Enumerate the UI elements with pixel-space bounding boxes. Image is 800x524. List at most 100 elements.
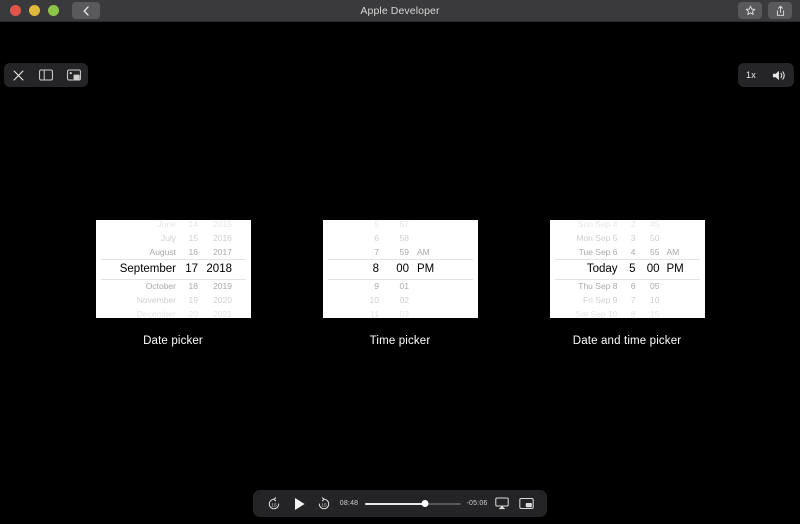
picker-row-selected[interactable]: Today 5 00 PM (550, 259, 705, 279)
picker-cell-month: November (136, 295, 176, 305)
close-icon (12, 69, 25, 82)
picker-row[interactable]: October 18 2019 (96, 279, 251, 293)
close-video-button[interactable] (4, 63, 32, 87)
picker-cell-year: 2015 (213, 220, 232, 229)
picker-row[interactable]: Mon Sep 5 3 50 (550, 231, 705, 245)
picker-cell-day: Sun Sep 4 (577, 220, 618, 229)
picture-in-picture-icon (518, 497, 534, 510)
picker-row[interactable]: Tue Sep 6 4 55 AM (550, 245, 705, 259)
picker-cell-minute: 45 (650, 220, 660, 229)
sidebar-toggle-button[interactable] (32, 63, 60, 87)
overlay-left-controls (4, 63, 88, 87)
back-button[interactable] (72, 2, 100, 19)
picker-cell-year: 2019 (213, 281, 232, 291)
date-time-picker[interactable]: Sun Sep 4 2 45 Mon Sep 5 3 50 Tue Sep 6 … (549, 220, 705, 318)
minimize-window-button[interactable] (29, 5, 40, 16)
picker-cell-meridiem: PM (417, 263, 435, 275)
picker-cell-meridiem: AM (417, 247, 430, 257)
date-time-picker-rows: Sun Sep 4 2 45 Mon Sep 5 3 50 Tue Sep 6 … (550, 220, 705, 318)
titlebar-actions (738, 2, 792, 19)
maximize-window-button[interactable] (48, 5, 59, 16)
picker-cell-minute: 02 (399, 295, 409, 305)
picker-cell-year: 2021 (213, 309, 232, 318)
picker-row[interactable]: August 16 2017 (96, 245, 251, 259)
picker-cell-hour: 7 (630, 295, 636, 305)
scrubber[interactable] (365, 494, 461, 514)
picker-row[interactable]: November 19 2020 (96, 293, 251, 307)
picker-cell-day: 16 (188, 247, 198, 257)
picker-cell-minute: 57 (399, 220, 409, 229)
picker-cell-day: Thu Sep 8 (578, 281, 618, 291)
picker-row[interactable]: 6 58 (323, 231, 478, 245)
share-button[interactable] (768, 2, 792, 19)
picker-cell-hour: 5 (629, 263, 636, 275)
picker-row-selected[interactable]: September 17 2018 (96, 259, 251, 279)
chevron-left-icon (82, 5, 90, 16)
picker-cell-minute: 15 (650, 309, 660, 318)
picker-cell-meridiem: AM (666, 247, 680, 257)
picker-cell-year: 2020 (213, 295, 232, 305)
picker-cell-day: 14 (188, 220, 198, 229)
favorite-button[interactable] (738, 2, 762, 19)
date-picker[interactable]: June 14 2015 July 15 2016 August 16 2017… (95, 220, 251, 318)
picker-cell-day: Fri Sep 9 (583, 295, 618, 305)
picker-cell-day: Tue Sep 6 (578, 247, 618, 257)
play-button[interactable] (286, 492, 312, 516)
picker-row-selected[interactable]: 8 00 PM (323, 259, 478, 279)
airplay-button[interactable] (490, 492, 514, 516)
picker-cell-hour: 2 (630, 220, 636, 229)
volume-button[interactable] (764, 63, 794, 87)
picker-cell-year: 2016 (213, 233, 232, 243)
picker-cell-hour: 4 (630, 247, 636, 257)
play-icon (293, 497, 306, 511)
picker-cell-minute: 10 (650, 295, 660, 305)
picker-cell-minute: 00 (646, 263, 660, 275)
titlebar: Apple Developer (0, 0, 800, 22)
thumbnails-button[interactable] (60, 63, 88, 87)
picker-row[interactable]: July 15 2016 (96, 231, 251, 245)
airplay-icon (495, 497, 509, 510)
picker-row[interactable]: 7 59 AM (323, 245, 478, 259)
picture-in-picture-button[interactable] (514, 492, 538, 516)
volume-icon (772, 69, 787, 82)
picker-row[interactable]: 10 02 (323, 293, 478, 307)
playback-rate-button[interactable]: 1x (738, 63, 764, 87)
date-picker-block: June 14 2015 July 15 2016 August 16 2017… (95, 220, 251, 347)
picker-row[interactable]: 5 57 (323, 220, 478, 231)
picker-cell-day: 15 (188, 233, 198, 243)
selection-band-bottom (100, 279, 246, 280)
time-picker[interactable]: 5 57 6 58 7 59 AM 8 00 PM 9 01 10 02 11 … (322, 220, 478, 318)
picker-cell-hour: 9 (374, 281, 379, 291)
picker-row[interactable]: Thu Sep 8 6 05 (550, 279, 705, 293)
picker-cell-minute: 05 (650, 281, 660, 291)
thumbnails-icon (67, 69, 81, 81)
scrubber-progress (365, 502, 426, 505)
picker-cell-hour: 8 (372, 263, 379, 275)
date-picker-rows: June 14 2015 July 15 2016 August 16 2017… (96, 220, 251, 318)
picker-cell-minute: 58 (399, 233, 409, 243)
close-window-button[interactable] (10, 5, 21, 16)
picker-row[interactable]: Sun Sep 4 2 45 (550, 220, 705, 231)
picker-row[interactable]: Sat Sep 10 8 15 (550, 307, 705, 318)
picker-row[interactable]: June 14 2015 (96, 220, 251, 231)
video-stage[interactable]: 1x June 14 2015 July 15 2016 August 16 2… (0, 22, 800, 524)
picker-cell-minute: 55 (650, 247, 660, 257)
picker-row[interactable]: 11 03 (323, 307, 478, 318)
skip-back-button[interactable]: 15 (262, 492, 286, 516)
picker-row[interactable]: December 20 2021 (96, 307, 251, 318)
selection-band-top (100, 259, 246, 260)
picker-cell-minute: 03 (399, 309, 409, 318)
scrubber-handle[interactable] (421, 500, 429, 507)
picker-cell-day: 20 (188, 309, 198, 318)
time-picker-block: 5 57 6 58 7 59 AM 8 00 PM 9 01 10 02 11 … (322, 220, 478, 347)
skip-forward-button[interactable]: 15 (312, 492, 336, 516)
picker-row[interactable]: 9 01 (323, 279, 478, 293)
picker-cell-hour: 11 (370, 309, 379, 318)
picker-row[interactable]: Fri Sep 9 7 10 (550, 293, 705, 307)
app-window: Apple Developer 1x June 14 2015 July 15 … (0, 0, 800, 524)
picker-cell-month: September (119, 263, 176, 275)
picker-cell-minute: 50 (650, 233, 660, 243)
overlay-right-controls: 1x (738, 63, 794, 87)
picker-cell-hour: 3 (630, 233, 636, 243)
date-time-picker-block: Sun Sep 4 2 45 Mon Sep 5 3 50 Tue Sep 6 … (549, 220, 705, 347)
